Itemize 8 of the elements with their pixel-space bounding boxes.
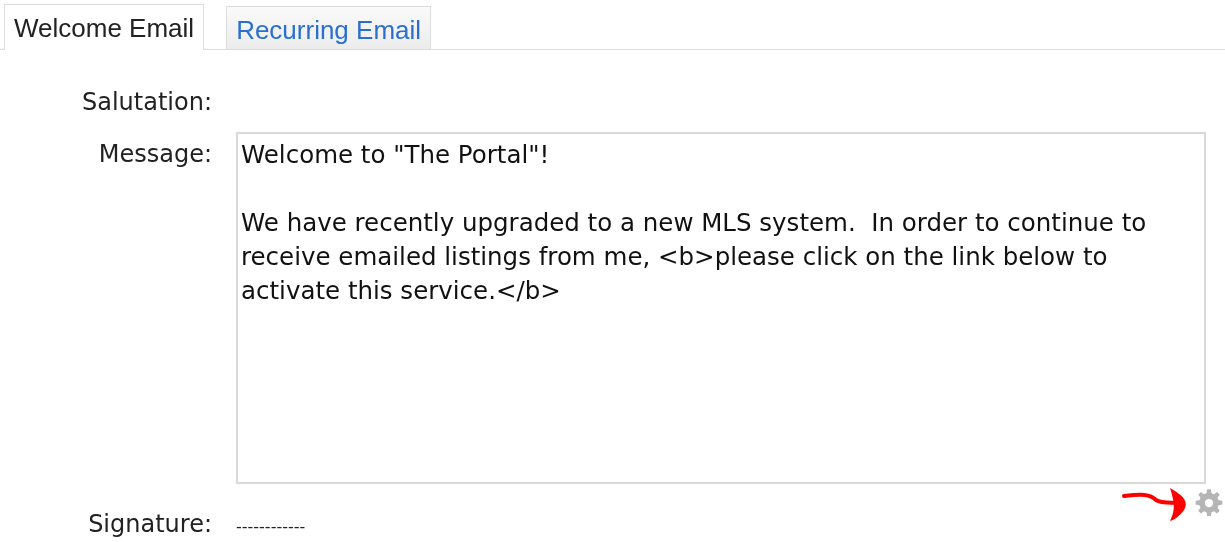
tab[interactable]: Recurring Email	[226, 6, 432, 49]
signature-label: Signature:	[87, 510, 212, 538]
tab[interactable]: Welcome Email	[4, 4, 205, 50]
settings-icon[interactable]	[1194, 488, 1224, 518]
message-field[interactable]: Welcome to "The Portal"! We have recently upgraded to a new MLS system. In order to continue to receive emailed listings from me, <b>please click on the link below to activate this service.</b>	[236, 132, 1206, 484]
salutation-label: Salutation:	[81, 88, 212, 118]
signature-value: ------------	[236, 517, 306, 536]
message-label: Message:	[97, 139, 212, 170]
